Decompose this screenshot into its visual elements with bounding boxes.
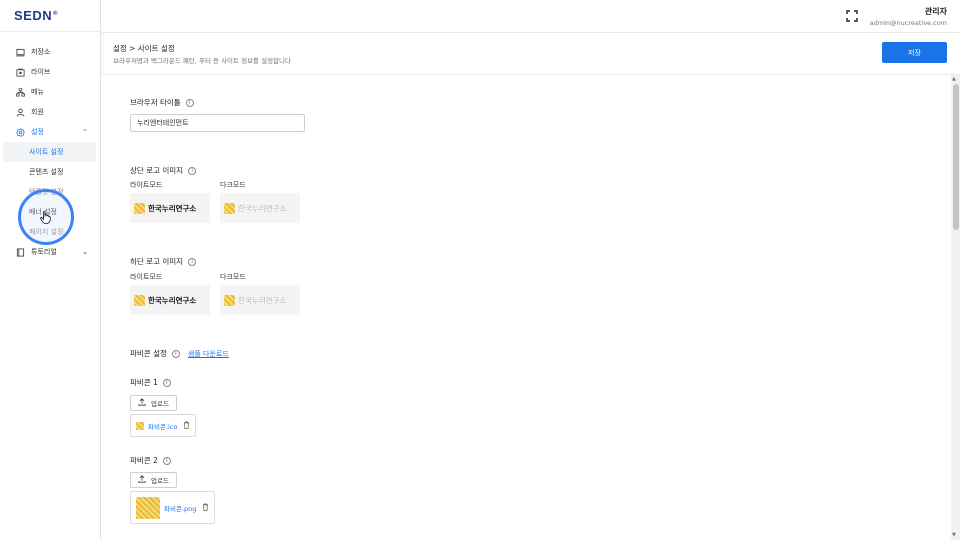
file-thumbnail <box>136 496 160 519</box>
info-icon[interactable]: i <box>162 378 171 387</box>
storage-icon <box>15 47 25 57</box>
favicon1-label: 파비콘 1i <box>130 377 171 388</box>
menu-tree-icon <box>15 87 25 97</box>
bottom-logo-dark-label: 다크모드 <box>220 273 246 281</box>
sidebar-item-members[interactable]: 회원 <box>0 102 100 122</box>
favicon2-label: 파비콘 2i <box>130 455 171 466</box>
info-icon[interactable]: i <box>185 98 194 107</box>
sidebar-item-settings[interactable]: 설정 ⌃ <box>0 122 100 142</box>
bottom-logo-light-preview[interactable]: 한국누리연구소 <box>130 285 210 315</box>
brand-logo[interactable]: SEDN® <box>14 8 58 23</box>
info-icon[interactable]: i <box>188 257 197 266</box>
logo-emblem-icon <box>224 202 235 214</box>
upload-icon <box>138 398 146 408</box>
bottom-logo-section-label: 하단 로고 이미지 i <box>130 256 197 267</box>
sidebar-item-label: 회원 <box>31 108 44 116</box>
user-name: 관리자 <box>924 7 947 16</box>
file-name[interactable]: 파비콘.png <box>164 503 196 513</box>
top-logo-section-label: 상단 로고 이미지 i <box>130 165 197 176</box>
favicon1-upload-button[interactable]: 업로드 <box>130 395 177 411</box>
logo-emblem-icon <box>134 202 145 214</box>
browser-title-input[interactable] <box>130 114 305 132</box>
info-icon[interactable]: i <box>162 456 171 465</box>
sample-download-link[interactable]: 샘플 다운로드 <box>188 349 229 359</box>
sidebar-item-label: 메뉴 <box>31 88 44 96</box>
app-window: SEDN® 저장소 라이브 메뉴 회원 설정 ⌃ 사이트 설정 콘텐츠 설정 템… <box>0 0 960 540</box>
file-name[interactable]: 파비콘.ico <box>148 421 177 431</box>
live-icon <box>15 67 25 77</box>
save-button[interactable]: 저장 <box>882 42 947 63</box>
browser-title-section-label: 브라우저 타이틀 i <box>130 97 194 108</box>
sidebar-divider <box>0 31 101 32</box>
top-logo-light-preview[interactable]: 한국누리연구소 <box>130 193 210 223</box>
sidebar-subitem-content-settings[interactable]: 콘텐츠 설정 <box>0 162 100 182</box>
top-logo-light-label: 라이트모드 <box>130 181 163 189</box>
trash-icon[interactable] <box>202 503 209 513</box>
sidebar-item-storage[interactable]: 저장소 <box>0 42 100 62</box>
scroll-down-arrow-icon[interactable]: ▼ <box>952 532 956 538</box>
hand-cursor-icon <box>40 211 51 224</box>
trash-icon[interactable] <box>183 421 190 431</box>
sidebar-item-label: 저장소 <box>31 48 51 56</box>
info-icon[interactable]: i <box>188 166 197 175</box>
chevron-up-icon: ⌃ <box>82 128 88 136</box>
bottom-logo-dark-preview[interactable]: 한국누리연구소 <box>220 285 300 315</box>
scroll-up-arrow-icon[interactable]: ▲ <box>952 76 956 82</box>
book-icon <box>15 247 25 257</box>
sidebar-item-menu[interactable]: 메뉴 <box>0 82 100 102</box>
bottom-logo-light-label: 라이트모드 <box>130 273 163 281</box>
chevron-down-icon: ⌄ <box>82 248 88 256</box>
breadcrumb: 설정 > 사이트 설정 <box>113 44 175 53</box>
favicon-section-label: 파비콘 설정 i 샘플 다운로드 <box>130 349 229 359</box>
page-subtitle: 브라우저명과 백그라운드 패턴, 푸터 등 사이트 정보를 설정합니다 <box>113 57 291 65</box>
top-bar: 관리자 admin@nucreative.com <box>101 0 960 33</box>
user-icon <box>15 107 25 117</box>
sidebar-item-label: 라이브 <box>31 68 51 76</box>
logo-emblem-icon <box>224 294 235 306</box>
sidebar-item-tutorial[interactable]: 튜토리얼 ⌄ <box>0 242 100 262</box>
upload-icon <box>138 475 146 485</box>
sidebar-item-live[interactable]: 라이브 <box>0 62 100 82</box>
scrollbar-thumb[interactable] <box>953 84 959 230</box>
user-info[interactable]: 관리자 admin@nucreative.com <box>870 6 947 27</box>
favicon1-file-card: 파비콘.ico <box>130 414 197 437</box>
user-email: admin@nucreative.com <box>869 19 947 27</box>
top-logo-dark-label: 다크모드 <box>220 181 246 189</box>
sidebar-item-label: 설정 <box>31 128 44 136</box>
file-thumbnail <box>136 421 144 430</box>
logo-emblem-icon <box>134 294 145 306</box>
gear-icon <box>15 127 25 137</box>
favicon2-upload-button[interactable]: 업로드 <box>130 472 177 488</box>
favicon2-file-card: 파비콘.png <box>130 491 216 524</box>
settings-form: 브라우저 타이틀i 상단 로고 이미지i 라이트모드 다크모드 한국누리연구소 … <box>101 75 960 540</box>
sidebar: SEDN® 저장소 라이브 메뉴 회원 설정 ⌃ 사이트 설정 콘텐츠 설정 템… <box>0 0 101 540</box>
top-logo-dark-preview[interactable]: 한국누리연구소 <box>220 193 300 223</box>
fullscreen-icon[interactable] <box>846 10 858 22</box>
info-icon[interactable]: i <box>171 349 180 358</box>
sidebar-subitem-site-settings[interactable]: 사이트 설정 <box>3 142 96 162</box>
sidebar-item-label: 튜토리얼 <box>31 248 57 256</box>
